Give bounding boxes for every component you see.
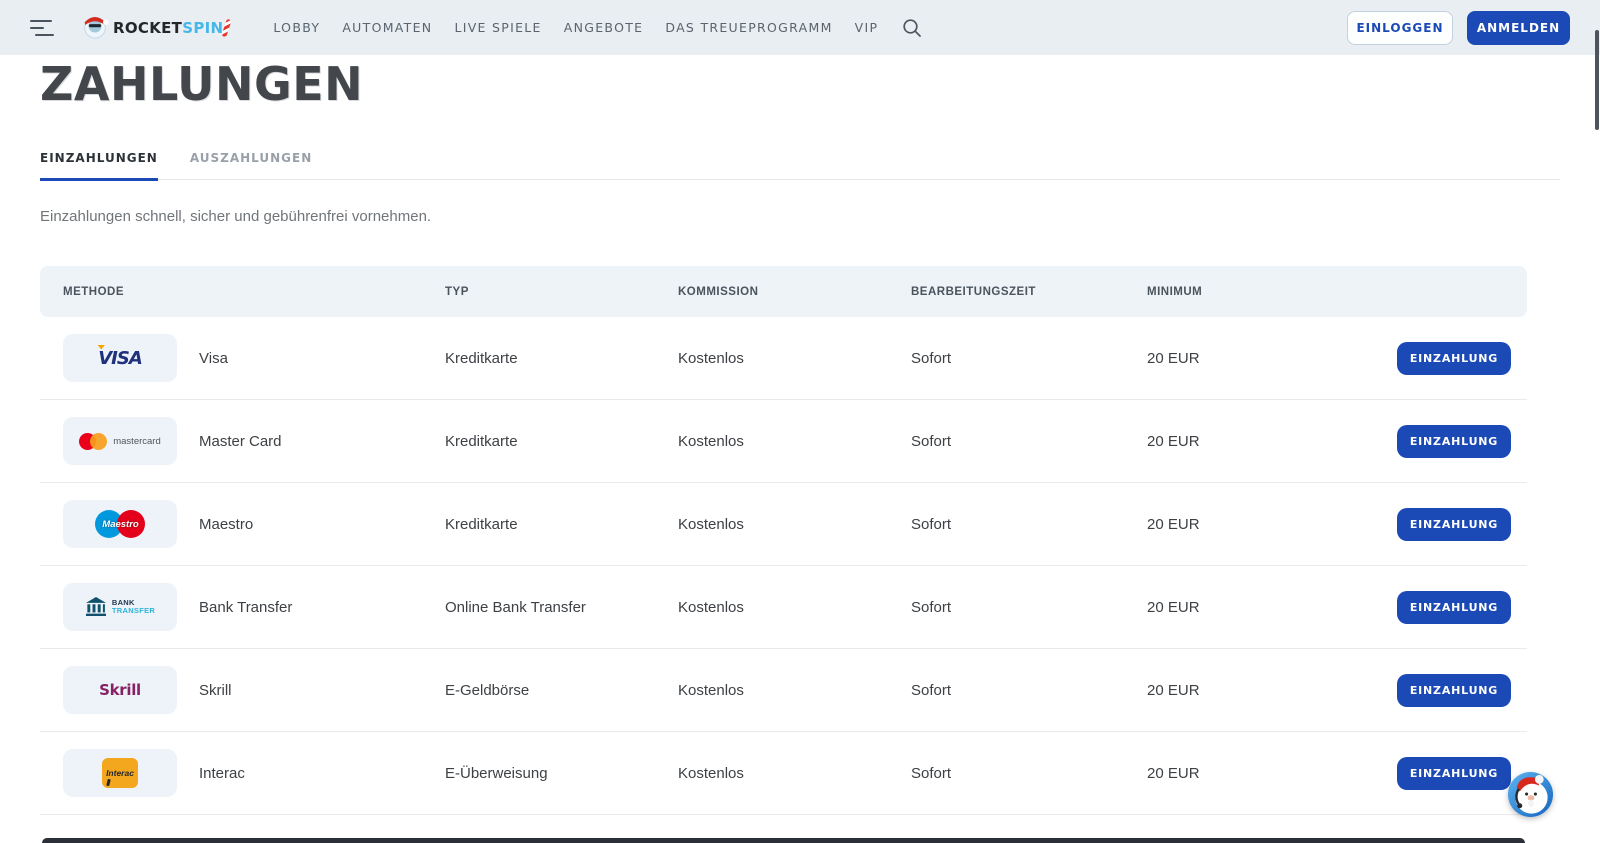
column-header-kommission: KOMMISSION: [678, 286, 911, 298]
brand-name-secondary: SPIN: [182, 19, 223, 37]
payments-page: ZAHLUNGEN EINZAHLUNGEN AUSZAHLUNGEN Einz…: [0, 55, 1600, 815]
deposit-button[interactable]: EINZAHLUNG: [1397, 508, 1511, 541]
deposit-button[interactable]: EINZAHLUNG: [1397, 425, 1511, 458]
method-minimum: 20 EUR: [1147, 765, 1358, 782]
method-processing-time: Sofort: [911, 350, 1147, 367]
maestro-logo-icon: Maestro: [63, 500, 177, 548]
payments-tabs: EINZAHLUNGEN AUSZAHLUNGEN: [40, 151, 1560, 180]
method-commission: Kostenlos: [678, 433, 911, 450]
page-title: ZAHLUNGEN: [40, 57, 1600, 111]
method-commission: Kostenlos: [678, 765, 911, 782]
table-row: Maestro Maestro Kreditkarte Kostenlos So…: [40, 483, 1527, 566]
skrill-logo-icon: Skrill: [63, 666, 177, 714]
menu-icon[interactable]: [30, 20, 54, 36]
brand-name-primary: ROCKET: [113, 19, 182, 37]
mastercard-logo-icon: mastercard: [63, 417, 177, 465]
nav-item-live-spiele[interactable]: LIVE SPIELE: [454, 20, 541, 35]
nav-item-angebote[interactable]: ANGEBOTE: [564, 20, 644, 35]
method-commission: Kostenlos: [678, 516, 911, 533]
tab-einzahlungen[interactable]: EINZAHLUNGEN: [40, 151, 158, 181]
santa-mascot-icon: [80, 10, 110, 45]
method-name: Master Card: [199, 433, 282, 450]
brand-logo[interactable]: ROCKETSPIN: [80, 10, 229, 45]
search-icon[interactable]: [902, 18, 922, 38]
page-subtitle: Einzahlungen schnell, sicher und gebühre…: [40, 208, 1600, 225]
login-button[interactable]: EINLOGGEN: [1347, 11, 1453, 45]
method-commission: Kostenlos: [678, 350, 911, 367]
deposit-button[interactable]: EINZAHLUNG: [1397, 342, 1511, 375]
method-type: E-Überweisung: [445, 765, 678, 782]
deposit-button[interactable]: EINZAHLUNG: [1397, 757, 1511, 790]
method-processing-time: Sofort: [911, 599, 1147, 616]
footer-bar: [42, 838, 1525, 843]
column-header-typ: TYP: [445, 286, 678, 298]
table-row: Interac Interac E-Überweisung Kostenlos …: [40, 732, 1527, 815]
visa-logo-icon: VISA: [63, 334, 177, 382]
method-type: Kreditkarte: [445, 350, 678, 367]
tab-auszahlungen[interactable]: AUSZAHLUNGEN: [190, 151, 312, 179]
method-minimum: 20 EUR: [1147, 433, 1358, 450]
nav-item-automaten[interactable]: AUTOMATEN: [342, 20, 432, 35]
method-type: Kreditkarte: [445, 516, 678, 533]
method-name: Interac: [199, 765, 245, 782]
column-header-minimum: MINIMUM: [1147, 286, 1358, 298]
nav-item-vip[interactable]: VIP: [855, 20, 879, 35]
method-type: Online Bank Transfer: [445, 599, 678, 616]
table-row: BANK TRANSFER Bank Transfer Online Bank …: [40, 566, 1527, 649]
deposit-button[interactable]: EINZAHLUNG: [1397, 674, 1511, 707]
method-type: Kreditkarte: [445, 433, 678, 450]
table-row: mastercard Master Card Kreditkarte Koste…: [40, 400, 1527, 483]
method-minimum: 20 EUR: [1147, 516, 1358, 533]
top-navigation-bar: ROCKETSPIN LOBBY AUTOMATEN LIVE SPIELE A…: [0, 0, 1600, 55]
method-name: Bank Transfer: [199, 599, 292, 616]
scrollbar-thumb[interactable]: [1595, 30, 1599, 130]
deposit-button[interactable]: EINZAHLUNG: [1397, 591, 1511, 624]
table-row: Skrill Skrill E-Geldbörse Kostenlos Sofo…: [40, 649, 1527, 732]
table-row: VISA Visa Kreditkarte Kostenlos Sofort 2…: [40, 317, 1527, 400]
method-processing-time: Sofort: [911, 682, 1147, 699]
method-commission: Kostenlos: [678, 599, 911, 616]
interac-logo-icon: Interac: [63, 749, 177, 797]
bank-transfer-logo-icon: BANK TRANSFER: [63, 583, 177, 631]
method-minimum: 20 EUR: [1147, 682, 1358, 699]
column-header-bearbeitungszeit: BEARBEITUNGSZEIT: [911, 286, 1147, 298]
register-button[interactable]: ANMELDEN: [1467, 11, 1570, 45]
method-minimum: 20 EUR: [1147, 599, 1358, 616]
column-header-methode: METHODE: [63, 286, 445, 298]
auth-buttons: EINLOGGEN ANMELDEN: [1347, 11, 1570, 45]
method-name: Skrill: [199, 682, 232, 699]
nav-item-lobby[interactable]: LOBBY: [273, 20, 320, 35]
method-processing-time: Sofort: [911, 433, 1147, 450]
method-name: Maestro: [199, 516, 253, 533]
main-navigation: LOBBY AUTOMATEN LIVE SPIELE ANGEBOTE DAS…: [273, 20, 878, 35]
payment-methods-table: METHODE TYP KOMMISSION BEARBEITUNGSZEIT …: [40, 266, 1527, 815]
table-header-row: METHODE TYP KOMMISSION BEARBEITUNGSZEIT …: [40, 266, 1527, 317]
method-processing-time: Sofort: [911, 765, 1147, 782]
method-commission: Kostenlos: [678, 682, 911, 699]
method-minimum: 20 EUR: [1147, 350, 1358, 367]
nav-item-treueprogramm[interactable]: DAS TREUEPROGRAMM: [665, 20, 832, 35]
method-type: E-Geldbörse: [445, 682, 678, 699]
method-processing-time: Sofort: [911, 516, 1147, 533]
method-name: Visa: [199, 350, 228, 367]
support-chat-widget[interactable]: [1507, 771, 1554, 818]
